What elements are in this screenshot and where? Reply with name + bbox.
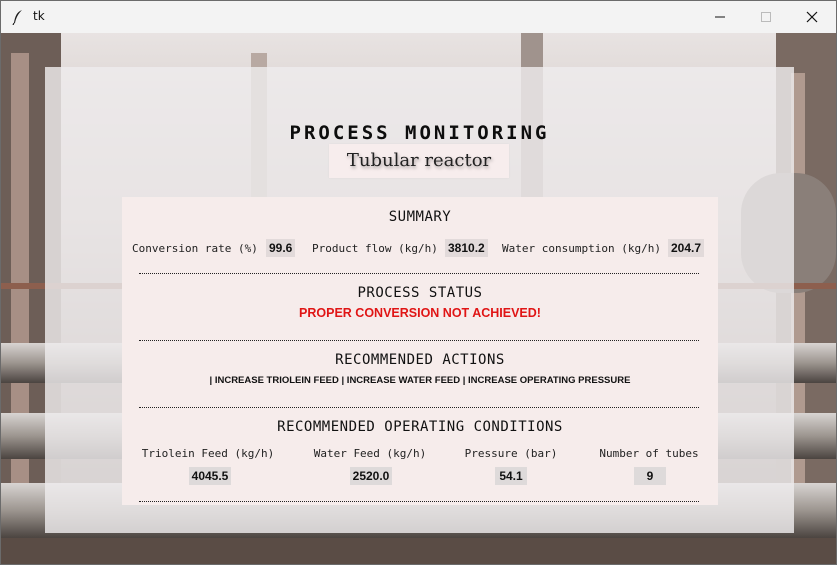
- minimize-button[interactable]: [697, 1, 743, 33]
- close-button[interactable]: [789, 1, 835, 33]
- conversion-rate-label: Conversion rate (%): [132, 242, 258, 255]
- process-status-title: PROCESS STATUS: [357, 285, 483, 301]
- main-content: PROCESS MONITORING Tubular reactor SUMMA…: [1, 33, 836, 564]
- water-feed-value: 2520.0: [350, 467, 392, 485]
- recommended-actions-text: | INCREASE TRIOLEIN FEED | INCREASE WATE…: [209, 375, 631, 386]
- maximize-button[interactable]: [743, 1, 789, 33]
- summary-title: SUMMARY: [388, 209, 452, 225]
- water-consumption-value: 204.7: [668, 239, 705, 257]
- pressure-value: 54.1: [495, 467, 527, 485]
- process-status-message: PROPER CONVERSION NOT ACHIEVED!: [299, 306, 541, 320]
- pressure-label: Pressure (bar): [464, 447, 558, 460]
- divider: [139, 340, 699, 341]
- window-title: tk: [33, 9, 45, 23]
- divider: [139, 501, 699, 502]
- recommended-actions-title: RECOMMENDED ACTIONS: [335, 352, 505, 368]
- operating-conditions-title: RECOMMENDED OPERATING CONDITIONS: [277, 419, 563, 435]
- close-icon: [806, 11, 818, 23]
- product-flow-label: Product flow (kg/h): [312, 242, 438, 255]
- reactor-type-label: Tubular reactor: [346, 150, 492, 171]
- minimize-icon: [715, 16, 725, 18]
- conversion-rate-value: 99.6: [266, 239, 296, 257]
- app-window: tk PROCESS MONITORING Tubular reactor SU…: [0, 0, 837, 565]
- triolein-feed-value: 4045.5: [189, 467, 231, 485]
- water-feed-label: Water Feed (kg/h): [313, 447, 427, 460]
- number-of-tubes-label: Number of tubes: [599, 447, 699, 460]
- water-consumption-label: Water consumption (kg/h): [502, 242, 661, 255]
- number-of-tubes-value: 9: [634, 467, 666, 485]
- title-bar[interactable]: tk: [1, 1, 836, 33]
- divider: [139, 273, 699, 274]
- maximize-icon: [761, 12, 771, 22]
- divider: [139, 407, 699, 408]
- product-flow-value: 3810.2: [445, 239, 488, 257]
- triolein-feed-label: Triolein Feed (kg/h): [141, 447, 275, 460]
- page-title: PROCESS MONITORING: [289, 122, 550, 144]
- monitor-panel: PROCESS MONITORING Tubular reactor SUMMA…: [45, 67, 794, 533]
- feather-icon: [12, 10, 22, 25]
- reactor-type-box: Tubular reactor: [329, 144, 509, 178]
- summary-card: SUMMARY Conversion rate (%) 99.6 Product…: [122, 197, 718, 505]
